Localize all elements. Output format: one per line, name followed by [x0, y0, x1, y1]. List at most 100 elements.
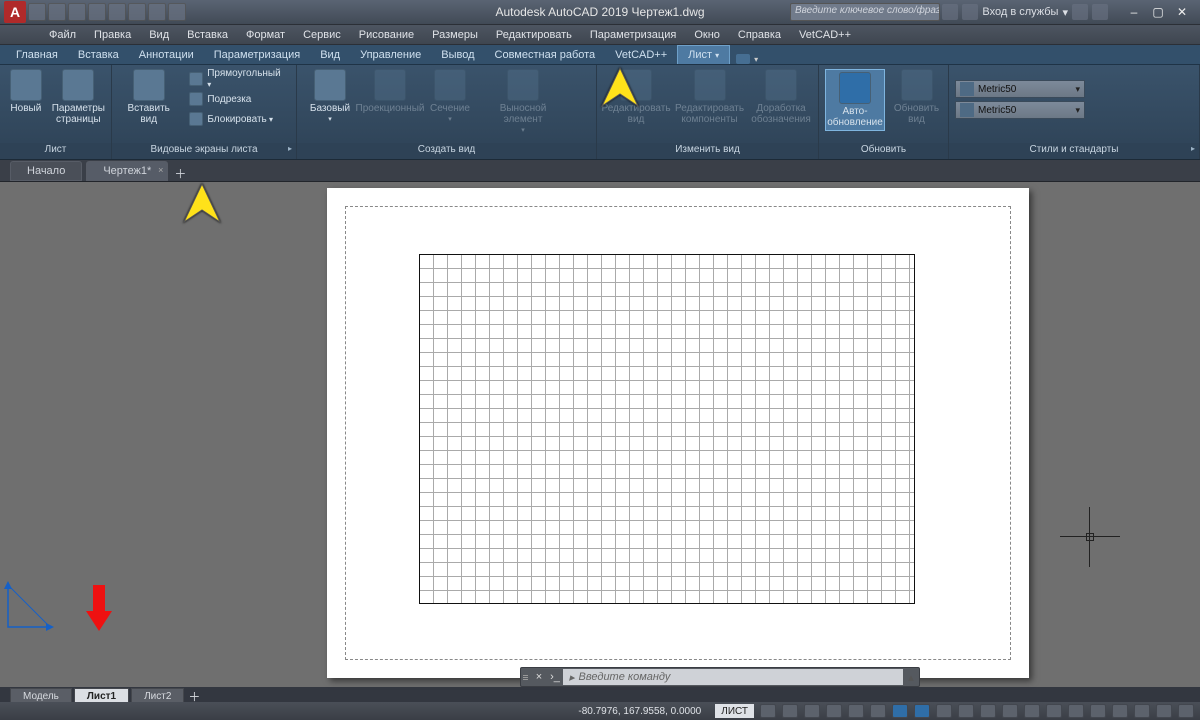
rectangular-button[interactable]: Прямоугольный: [185, 69, 290, 89]
minimize-button[interactable]: –: [1122, 4, 1146, 20]
ribtab-8[interactable]: VetCAD++: [605, 46, 677, 64]
tab-add-button[interactable]: ＋: [172, 165, 188, 181]
status-osnap-icon[interactable]: [848, 704, 864, 718]
menu-окно[interactable]: Окно: [685, 27, 729, 43]
panel-viewports-name[interactable]: Видовые экраны листа: [112, 143, 296, 159]
menu-размеры[interactable]: Размеры: [423, 27, 487, 43]
tab-start[interactable]: Начало: [10, 161, 82, 181]
qat-plot-icon[interactable]: [108, 3, 126, 21]
ribtab-1[interactable]: Вставка: [68, 46, 129, 64]
space-mode[interactable]: ЛИСТ: [715, 704, 754, 718]
symbol-sketch-button[interactable]: Доработка обозначения: [750, 69, 812, 125]
rectangular-label: Прямоугольный: [207, 68, 286, 90]
qat-saveas-icon[interactable]: [88, 3, 106, 21]
menu-вид[interactable]: Вид: [140, 27, 178, 43]
cmd-grip-icon[interactable]: [521, 668, 531, 686]
status-isolate-icon[interactable]: [1112, 704, 1128, 718]
panel-update: Авто- обновление Обновить вид Обновить: [819, 65, 949, 159]
help-icon[interactable]: [1092, 4, 1108, 20]
base-view-button[interactable]: Базовый▾: [303, 69, 357, 124]
status-lwt-icon[interactable]: [892, 704, 908, 718]
status-lock-icon[interactable]: [1090, 704, 1106, 718]
status-hardware-icon[interactable]: [1134, 704, 1150, 718]
menu-справка[interactable]: Справка: [729, 27, 790, 43]
menu-параметризация[interactable]: Параметризация: [581, 27, 685, 43]
edit-components-button[interactable]: Редактировать компоненты: [675, 69, 744, 125]
status-qp-icon[interactable]: [1068, 704, 1084, 718]
search-input[interactable]: Введите ключевое слово/фразу: [790, 3, 940, 21]
status-workspace-icon[interactable]: [1024, 704, 1040, 718]
insert-view-button[interactable]: Вставить вид: [118, 69, 179, 125]
layout-viewport[interactable]: [419, 254, 915, 604]
status-polar-icon[interactable]: [826, 704, 842, 718]
ribbon-appearance-icon[interactable]: [736, 54, 750, 64]
menu-vetcad++[interactable]: VetCAD++: [790, 27, 860, 43]
ribtab-0[interactable]: Главная: [6, 46, 68, 64]
status-annovis-icon[interactable]: [1002, 704, 1018, 718]
cmd-close-icon[interactable]: ×: [531, 671, 547, 683]
status-customize-icon[interactable]: [1178, 704, 1194, 718]
qat-save-icon[interactable]: [68, 3, 86, 21]
status-cleanscreen-icon[interactable]: [1156, 704, 1172, 718]
status-otrack-icon[interactable]: [870, 704, 886, 718]
auto-update-button[interactable]: Авто- обновление: [825, 69, 885, 131]
ribtab-2[interactable]: Аннотации: [129, 46, 204, 64]
tab-start-label: Начало: [27, 165, 65, 177]
update-view-label: Обновить вид: [894, 103, 939, 125]
ribtab-7[interactable]: Совместная работа: [485, 46, 606, 64]
section-view-button[interactable]: Сечение▾: [423, 69, 477, 124]
status-ortho-icon[interactable]: [804, 704, 820, 718]
cmd-history-icon[interactable]: ▴: [903, 671, 919, 684]
panel-styles-name[interactable]: Стили и стандарты: [949, 143, 1199, 159]
menu-правка[interactable]: Правка: [85, 27, 140, 43]
status-annoscale-icon[interactable]: [980, 704, 996, 718]
ribtab-9[interactable]: Лист ▾: [677, 45, 730, 64]
command-input[interactable]: ▸ Введите команду: [563, 669, 903, 685]
qat-new-icon[interactable]: [28, 3, 46, 21]
menu-сервис[interactable]: Сервис: [294, 27, 350, 43]
page-setup-button[interactable]: Параметры страницы: [52, 69, 105, 125]
new-layout-label: Новый: [10, 103, 41, 114]
tab-drawing1[interactable]: Чертеж1*×: [86, 161, 168, 181]
ribtab-3[interactable]: Параметризация: [204, 46, 310, 64]
update-view-icon: [901, 69, 933, 101]
lock-button[interactable]: Блокировать: [185, 109, 290, 129]
menu-редактировать[interactable]: Редактировать: [487, 27, 581, 43]
status-snap-icon[interactable]: [782, 704, 798, 718]
qat-open-icon[interactable]: [48, 3, 66, 21]
user-icon[interactable]: [962, 4, 978, 20]
infocenter-icon[interactable]: [942, 4, 958, 20]
menu-рисование[interactable]: Рисование: [350, 27, 423, 43]
menu-вставка[interactable]: Вставка: [178, 27, 237, 43]
qat-redo-icon[interactable]: [148, 3, 166, 21]
app-logo-icon[interactable]: A: [4, 1, 26, 23]
qat-more-icon[interactable]: [168, 3, 186, 21]
style-combo-2[interactable]: Metric50: [955, 101, 1085, 119]
command-line[interactable]: × ›_ ▸ Введите команду ▴: [520, 667, 920, 687]
ribtab-6[interactable]: Вывод: [431, 46, 484, 64]
maximize-button[interactable]: ▢: [1146, 4, 1170, 20]
menu-файл[interactable]: Файл: [40, 27, 85, 43]
section-view-icon: [434, 69, 466, 101]
clip-button[interactable]: Подрезка: [185, 89, 290, 109]
tab-close-icon[interactable]: ×: [158, 165, 163, 175]
new-layout-button[interactable]: Новый: [6, 69, 46, 114]
menu-формат[interactable]: Формат: [237, 27, 294, 43]
projected-view-button[interactable]: Проекционный: [363, 69, 417, 114]
ribtab-4[interactable]: Вид: [310, 46, 350, 64]
status-gizmo-icon[interactable]: [958, 704, 974, 718]
detail-view-button[interactable]: Выносной элемент▾: [483, 69, 563, 135]
status-units-icon[interactable]: [1046, 704, 1062, 718]
status-selection-icon[interactable]: [936, 704, 952, 718]
status-grid-icon[interactable]: [760, 704, 776, 718]
workspace[interactable]: [0, 182, 1200, 687]
update-view-button[interactable]: Обновить вид: [891, 69, 942, 125]
status-transparency-icon[interactable]: [914, 704, 930, 718]
close-button[interactable]: ✕: [1170, 4, 1194, 20]
document-tabs: Начало Чертеж1*× ＋: [0, 160, 1200, 182]
qat-undo-icon[interactable]: [128, 3, 146, 21]
signin-label[interactable]: Вход в службы: [982, 6, 1058, 18]
exchange-icon[interactable]: [1072, 4, 1088, 20]
ribtab-5[interactable]: Управление: [350, 46, 431, 64]
style-combo-1[interactable]: Metric50: [955, 80, 1085, 98]
